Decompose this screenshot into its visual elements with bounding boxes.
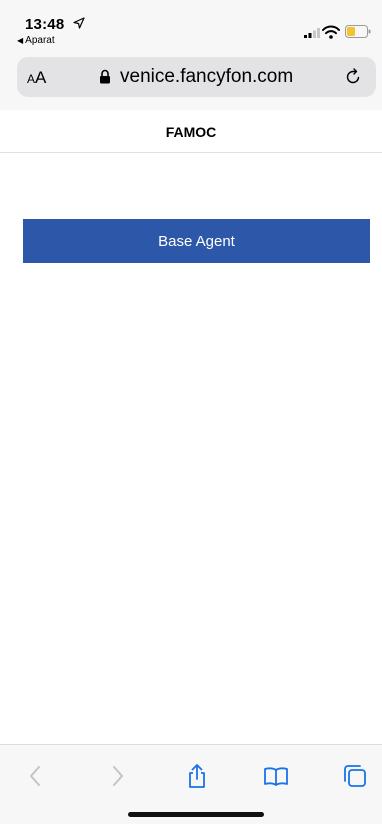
tabs-icon[interactable] [342,763,368,789]
text-size-button[interactable]: AA [27,68,46,88]
back-triangle-icon: ◀ [17,36,24,45]
back-app-label: Aparat [25,35,55,46]
location-arrow-icon [73,17,85,29]
home-indicator[interactable] [128,812,264,817]
status-time: 13:48 [25,16,65,33]
reload-icon[interactable] [344,68,362,86]
lock-icon [100,69,110,84]
browser-chrome: AA venice.fancyfon.com [0,50,382,110]
url-text[interactable]: venice.fancyfon.com [120,66,293,88]
base-agent-button[interactable]: Base Agent [23,219,370,263]
text-size-label: AA [27,68,47,87]
signal-icon [304,28,320,38]
wifi-icon [322,25,340,39]
battery-icon [345,25,371,38]
share-icon[interactable] [184,763,210,789]
page-title: FAMOC [165,124,217,140]
address-bar[interactable]: AA venice.fancyfon.com [17,57,376,97]
back-to-app-link[interactable]: ◀ Aparat [17,35,55,46]
bookmarks-icon[interactable] [263,763,289,789]
status-bar: 13:48 ◀ Aparat [0,0,382,50]
forward-icon[interactable] [104,763,130,789]
back-icon[interactable] [23,763,49,789]
